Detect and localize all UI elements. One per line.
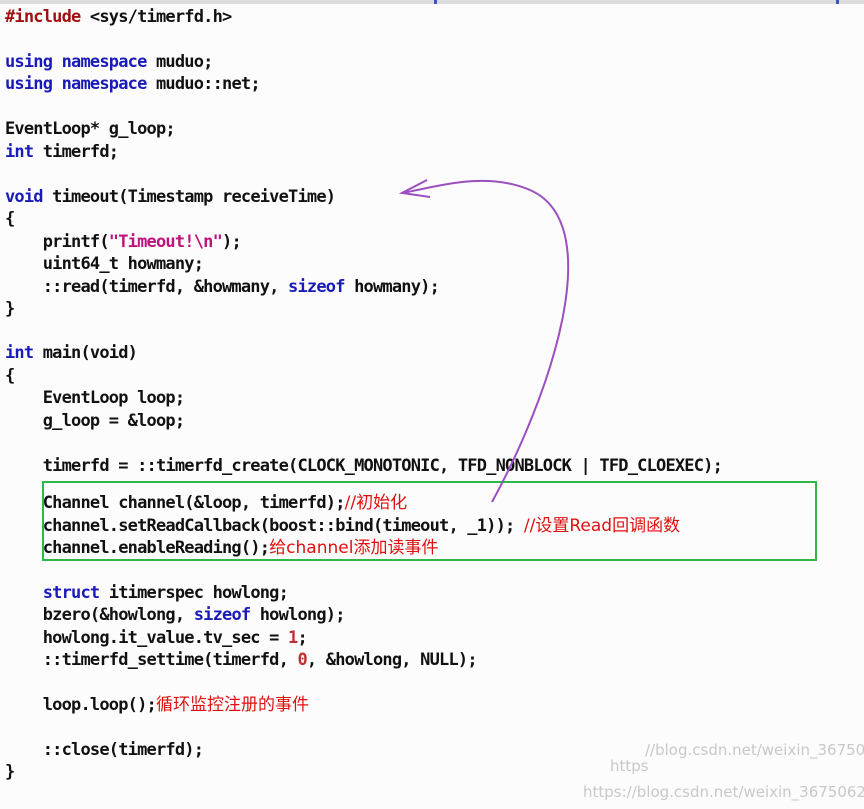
callback-arrow [398, 179, 570, 503]
watermark: //blog.csdn.net/weixin_367506 [645, 741, 864, 759]
watermark: https://blog.csdn.net/weixin_36750623 [583, 783, 864, 801]
arrow-curve [402, 179, 570, 503]
watermark: https [610, 757, 649, 775]
